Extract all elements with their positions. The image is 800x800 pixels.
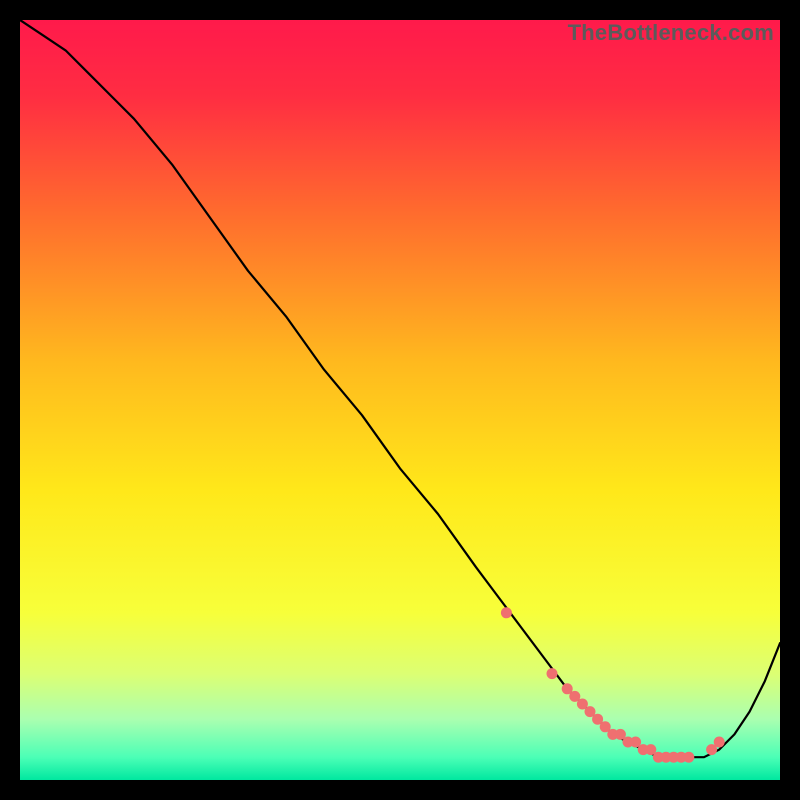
chart-frame: TheBottleneck.com [0,0,800,800]
marker-dot [547,668,558,679]
plot-area: TheBottleneck.com [20,20,780,780]
watermark-text: TheBottleneck.com [568,20,774,46]
curve-layer [20,20,780,780]
marker-group [501,607,725,762]
marker-dot [683,752,694,763]
marker-dot [714,737,725,748]
marker-dot [501,607,512,618]
bottleneck-curve [20,20,780,757]
